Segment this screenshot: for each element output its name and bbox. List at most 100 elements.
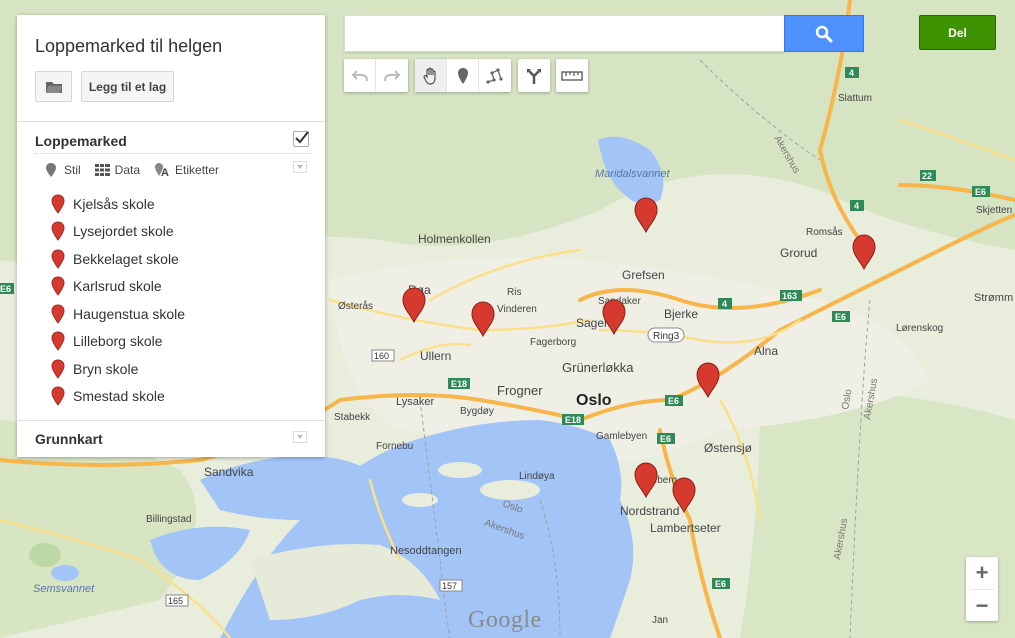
layer-visibility-checkbox[interactable] bbox=[293, 131, 309, 147]
svg-text:E6: E6 bbox=[975, 187, 986, 197]
map-label-skjetten: Skjetten bbox=[976, 205, 1012, 216]
map-label-oslo: Oslo bbox=[576, 392, 612, 409]
sign-160: 160 bbox=[371, 349, 395, 362]
measure-toolbar bbox=[556, 59, 588, 92]
data-grid-icon bbox=[94, 164, 110, 176]
directions-icon bbox=[527, 68, 541, 84]
place-name: Bryn skole bbox=[73, 360, 139, 377]
add-directions-button[interactable] bbox=[518, 59, 550, 92]
map-label-bjerke: Bjerke bbox=[664, 307, 698, 321]
svg-text:22: 22 bbox=[922, 171, 932, 181]
place-name: Lysejordet skole bbox=[73, 223, 174, 240]
map-title[interactable]: Loppemarked til helgen bbox=[35, 36, 222, 57]
place-list: Kjelsås skole Lysejordet skole Bekkelaget … bbox=[51, 190, 185, 410]
map-label-slattum: Slattum bbox=[838, 93, 872, 104]
layer-options-dropdown[interactable] bbox=[293, 161, 307, 173]
sign-4-b: 4 bbox=[845, 67, 859, 78]
layer-tools: Stil Data A Etiketter bbox=[45, 161, 233, 179]
place-list-item[interactable]: Lilleborg skole bbox=[51, 328, 185, 356]
place-list-item[interactable]: Haugenstua skole bbox=[51, 300, 185, 328]
svg-text:E6: E6 bbox=[835, 312, 846, 322]
pan-button[interactable] bbox=[415, 59, 447, 92]
add-layer-button[interactable]: Legg til et lag bbox=[81, 71, 174, 102]
map-label-vinderen: Vinderen bbox=[497, 304, 537, 315]
place-name: Kjelsås skole bbox=[73, 195, 155, 212]
map-label-gamlebyen: Gamlebyen bbox=[596, 431, 647, 442]
place-name: Karlsrud skole bbox=[73, 278, 162, 295]
marker-icon bbox=[51, 331, 65, 352]
zoom-in-button[interactable]: + bbox=[966, 557, 998, 589]
place-name: Bekkelaget skole bbox=[73, 250, 179, 267]
map-label-strommen: Strømm bbox=[974, 292, 1013, 304]
map-label-semsvannet: Semsvannet bbox=[33, 583, 95, 595]
svg-text:157: 157 bbox=[442, 581, 457, 591]
zoom-control: + − bbox=[966, 557, 998, 621]
sign-e6-d: E6 bbox=[712, 578, 730, 589]
zoom-out-button[interactable]: − bbox=[966, 590, 998, 622]
map-label-ris: Ris bbox=[507, 287, 521, 298]
share-button[interactable]: Del bbox=[919, 15, 996, 50]
svg-text:E6: E6 bbox=[715, 579, 726, 589]
marker-icon bbox=[51, 386, 65, 407]
svg-text:4: 4 bbox=[849, 68, 854, 78]
data-tool-label: Data bbox=[114, 163, 141, 177]
google-logo: Google bbox=[468, 607, 542, 633]
place-list-item[interactable]: Smestad skole bbox=[51, 383, 185, 411]
map-label-ring3: Ring3 bbox=[653, 331, 680, 342]
ruler-icon bbox=[561, 70, 583, 81]
hand-icon bbox=[422, 67, 436, 85]
marker-icon bbox=[51, 359, 65, 379]
map-label-jan: Jan bbox=[652, 615, 668, 626]
place-name: Lilleborg skole bbox=[73, 333, 163, 350]
map-label-fornebu: Fornebu bbox=[376, 441, 413, 452]
svg-text:A: A bbox=[161, 167, 169, 178]
open-map-button[interactable] bbox=[35, 71, 72, 102]
svg-text:4: 4 bbox=[854, 201, 859, 211]
map-label-grunerlokka: Grünerløkka bbox=[562, 360, 634, 375]
sign-e6-w: E6 bbox=[0, 283, 14, 294]
layer-name[interactable]: Loppemarked bbox=[35, 133, 127, 149]
svg-text:4: 4 bbox=[722, 299, 727, 309]
map-label-bygdoy: Bygdøy bbox=[460, 406, 494, 417]
place-list-item[interactable]: Lysejordet skole bbox=[51, 218, 185, 246]
place-list-item[interactable]: Bryn skole bbox=[51, 355, 185, 383]
sign-e18-a: E18 bbox=[448, 378, 470, 389]
history-toolbar bbox=[344, 59, 408, 92]
style-tool-label: Stil bbox=[64, 163, 81, 177]
map-label-holmenkollen: Holmenkollen bbox=[418, 232, 491, 246]
place-list-item[interactable]: Kjelsås skole bbox=[51, 190, 185, 218]
map-label-ostensjo: Østensjø bbox=[704, 441, 753, 455]
style-tool[interactable]: Stil bbox=[45, 162, 81, 178]
place-list-item[interactable]: Bekkelaget skole bbox=[51, 245, 185, 273]
svg-text:160: 160 bbox=[374, 351, 389, 361]
map-label-nesoddtangen: Nesoddtangen bbox=[390, 545, 462, 557]
map-label-billingstad: Billingstad bbox=[146, 514, 192, 525]
marker-icon bbox=[51, 194, 65, 214]
map-label-fagerborg: Fagerborg bbox=[530, 337, 576, 348]
draw-line-button[interactable] bbox=[479, 59, 511, 92]
svg-text:E18: E18 bbox=[451, 379, 467, 389]
map-label-ullern: Ullern bbox=[420, 349, 451, 363]
basemap-dropdown[interactable] bbox=[293, 431, 307, 443]
undo-button[interactable] bbox=[344, 59, 376, 92]
svg-text:165: 165 bbox=[168, 596, 183, 606]
labels-tool[interactable]: A Etiketter bbox=[154, 162, 219, 178]
marker-icon bbox=[51, 276, 65, 297]
map-label-lysaker: Lysaker bbox=[396, 396, 434, 408]
measure-button[interactable] bbox=[556, 59, 588, 92]
search-input[interactable] bbox=[344, 15, 784, 52]
add-marker-button[interactable] bbox=[447, 59, 479, 92]
basemap-label[interactable]: Grunnkart bbox=[35, 431, 103, 447]
sign-4-a: 4 bbox=[718, 298, 732, 309]
map-label-grefsen: Grefsen bbox=[622, 268, 665, 282]
redo-button[interactable] bbox=[376, 59, 408, 92]
sign-e6-b: E6 bbox=[832, 311, 850, 322]
data-tool[interactable]: Data bbox=[94, 163, 141, 177]
checkmark-icon bbox=[295, 131, 309, 144]
place-name: Haugenstua skole bbox=[73, 305, 186, 322]
marker-icon bbox=[51, 249, 65, 269]
place-list-item[interactable]: Karlsrud skole bbox=[51, 273, 185, 301]
redo-icon bbox=[384, 69, 400, 81]
map-label-maridalsvannet: Maridalsvannet bbox=[595, 168, 671, 180]
search-button[interactable] bbox=[784, 15, 864, 52]
